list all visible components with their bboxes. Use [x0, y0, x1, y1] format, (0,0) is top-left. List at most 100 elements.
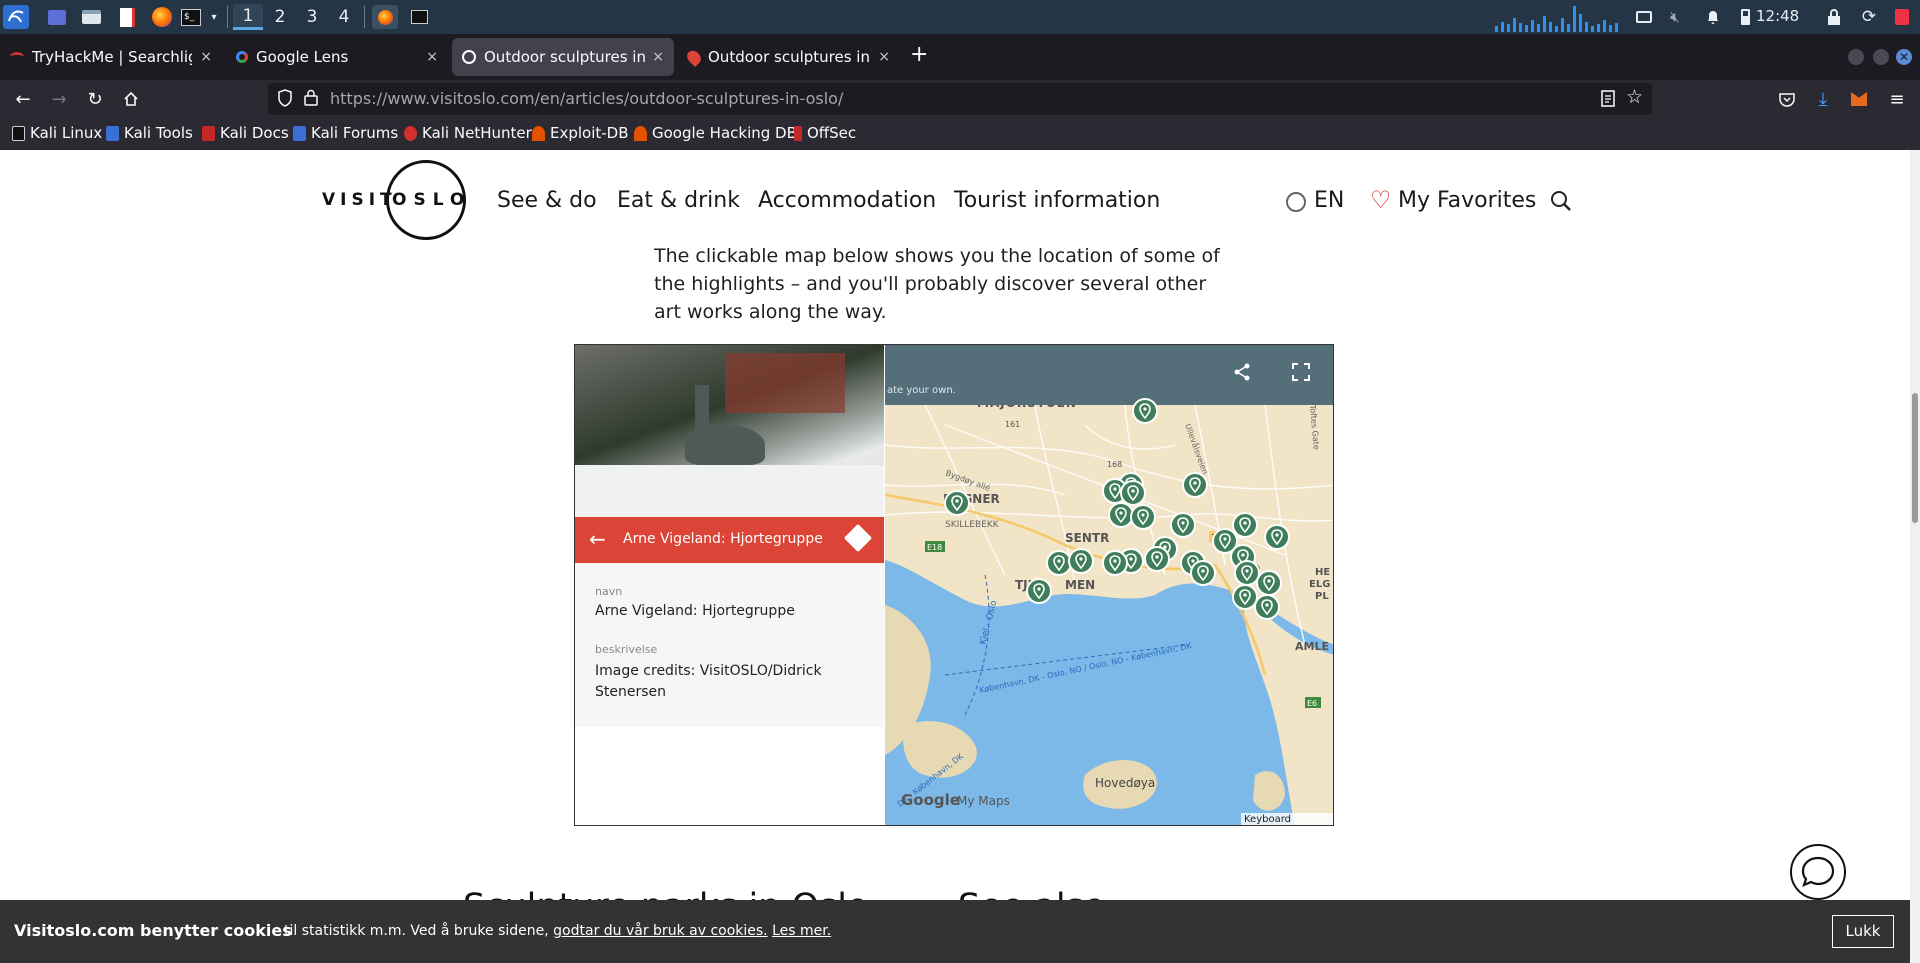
bookmark-kali-tools[interactable]: Kali Tools: [106, 124, 193, 142]
reload-icon[interactable]: ↻: [82, 86, 108, 112]
google-logo: Google: [901, 791, 960, 809]
tab-tryhackme[interactable]: TryHackMe | Searchlight - ×: [0, 38, 222, 76]
close-icon[interactable]: ×: [652, 49, 664, 65]
tab-title: Google Lens: [256, 48, 349, 66]
power-icon[interactable]: [1893, 5, 1911, 29]
nav-tourist-information[interactable]: Tourist information: [954, 188, 1160, 213]
heart-icon[interactable]: ♡: [1370, 186, 1392, 214]
bookmark-kali-docs[interactable]: Kali Docs: [202, 124, 289, 142]
shield-icon[interactable]: [277, 89, 293, 111]
maximize-window-button[interactable]: [1873, 49, 1889, 65]
close-icon[interactable]: ×: [426, 49, 438, 65]
bookmark-kali-forums[interactable]: Kali Forums: [293, 124, 398, 142]
map-canvas[interactable]: MAJORSTUEN ROGNER SKILLEBEKK SENTR TJU M…: [885, 345, 1333, 825]
nav-eat-and-drink[interactable]: Eat & drink: [617, 188, 740, 213]
tab-title: Outdoor sculptures in Osl: [708, 48, 872, 66]
close-window-button[interactable]: ✕: [1896, 49, 1912, 65]
tab-outdoor-sculptures-map[interactable]: Outdoor sculptures in Osl ×: [678, 38, 900, 76]
bookmark-label: Kali Tools: [124, 124, 193, 142]
page-scrollbar[interactable]: [1910, 150, 1920, 963]
embedded-map[interactable]: ← Arne Vigeland: Hjortegruppe navn Arne …: [574, 344, 1334, 826]
language-selector[interactable]: EN: [1314, 188, 1344, 213]
bookmark-exploit-db[interactable]: Exploit-DB: [532, 124, 629, 142]
url-text[interactable]: https://www.visitoslo.com/en/articles/ou…: [330, 89, 843, 108]
bookmark-label: Kali Forums: [311, 124, 399, 142]
keyboard-shortcuts-link[interactable]: Keyboard shortcuts: [1241, 813, 1333, 825]
map-pin-icon[interactable]: [943, 489, 971, 517]
desktop-icon[interactable]: [46, 5, 68, 29]
map-pin-icon[interactable]: [1189, 559, 1217, 587]
mute-icon[interactable]: 🔇︎: [1665, 5, 1685, 29]
minimize-window-button[interactable]: [1848, 49, 1864, 65]
search-icon[interactable]: [1550, 190, 1572, 216]
terminal-icon[interactable]: $_: [180, 5, 202, 29]
bookmark-kali-nethunter[interactable]: Kali NetHunter: [404, 124, 532, 142]
home-icon[interactable]: [118, 86, 144, 112]
file-manager-icon[interactable]: [80, 5, 102, 29]
close-icon[interactable]: ×: [878, 49, 890, 65]
text-editor-icon[interactable]: [116, 5, 138, 29]
close-icon[interactable]: ×: [200, 49, 212, 65]
bookmarks-bar: Kali Linux Kali Tools Kali Docs Kali For…: [0, 118, 1920, 150]
map-pin-icon[interactable]: [1181, 471, 1209, 499]
display-icon[interactable]: [1634, 5, 1654, 29]
map-header: ate your own.: [885, 345, 1333, 405]
fullscreen-icon[interactable]: [1292, 363, 1310, 385]
notification-bell-icon[interactable]: [1703, 5, 1723, 29]
cookie-read-more-link[interactable]: Les mer.: [772, 923, 831, 939]
back-arrow-icon[interactable]: ←: [589, 527, 606, 551]
bookmark-label: Kali Docs: [220, 124, 289, 142]
nav-see-and-do[interactable]: See & do: [497, 188, 597, 213]
cookie-policy-link[interactable]: godtar du vår bruk av cookies.: [553, 923, 767, 939]
extension-fox-icon[interactable]: [1846, 86, 1872, 112]
terminal-window-icon[interactable]: [408, 5, 430, 29]
chevron-down-icon[interactable]: ▾: [208, 5, 220, 29]
map-pin-icon[interactable]: [1143, 545, 1171, 573]
label-sentrum: SENTR: [1065, 531, 1109, 545]
new-tab-button[interactable]: +: [910, 42, 928, 67]
lock-icon[interactable]: [1825, 5, 1843, 29]
tab-google-lens[interactable]: Google Lens ×: [226, 38, 448, 76]
cookie-text-body: til statistikk m.m. Ved å bruke sidene,: [284, 923, 549, 939]
workspace-1[interactable]: 1: [233, 4, 263, 30]
map-pin-icon[interactable]: [1231, 511, 1259, 539]
bookmark-google-hacking-db[interactable]: Google Hacking DB: [634, 124, 797, 142]
forward-arrow-icon[interactable]: →: [46, 86, 72, 112]
directions-icon[interactable]: [843, 523, 873, 553]
bookmark-offsec[interactable]: OffSec: [794, 124, 856, 142]
map-pin-icon[interactable]: [1025, 577, 1053, 605]
map-pin-icon[interactable]: [1131, 397, 1159, 425]
firefox-window-icon[interactable]: [372, 5, 398, 29]
globe-icon[interactable]: [1286, 192, 1306, 212]
url-path: /en/articles/outdoor-sculptures-in-oslo/: [534, 89, 844, 108]
padlock-icon[interactable]: [304, 89, 318, 110]
page-scrollbar-thumb[interactable]: [1912, 393, 1918, 523]
workspace-4[interactable]: 4: [329, 4, 359, 30]
download-icon[interactable]: ⤓: [1810, 86, 1836, 112]
reader-view-icon[interactable]: [1600, 90, 1616, 111]
map-pin-icon[interactable]: [1129, 503, 1157, 531]
bookmark-star-icon[interactable]: ☆: [1626, 86, 1643, 108]
refresh-session-icon[interactable]: ⟳: [1860, 5, 1878, 29]
back-arrow-icon[interactable]: ←: [10, 86, 36, 112]
map-pin-icon[interactable]: [1263, 523, 1291, 551]
map-pin-icon[interactable]: [1253, 593, 1281, 621]
workspace-3[interactable]: 3: [297, 4, 327, 30]
tab-outdoor-sculptures-active[interactable]: Outdoor sculptures in Osl ×: [452, 38, 674, 76]
share-icon[interactable]: [1233, 363, 1251, 385]
my-favorites-link[interactable]: My Favorites: [1398, 188, 1536, 213]
workspace-2[interactable]: 2: [265, 4, 295, 30]
kali-menu-icon[interactable]: [3, 5, 29, 29]
bookmark-kali-linux[interactable]: Kali Linux: [12, 124, 102, 142]
url-bar[interactable]: https://www.visitoslo.com/en/articles/ou…: [268, 83, 1652, 115]
pocket-icon[interactable]: [1774, 86, 1800, 112]
logo-oslo[interactable]: OSLO: [392, 190, 471, 210]
chat-button[interactable]: [1790, 844, 1846, 900]
cookie-close-button[interactable]: Lukk: [1832, 915, 1894, 948]
firefox-icon[interactable]: [150, 5, 174, 29]
nav-accommodation[interactable]: Accommodation: [758, 188, 936, 213]
clock: 12:48: [1756, 7, 1800, 25]
menu-hamburger-icon[interactable]: ≡: [1884, 86, 1910, 112]
map-pin-icon[interactable]: [1067, 547, 1095, 575]
map-pin-icon[interactable]: [1101, 549, 1129, 577]
